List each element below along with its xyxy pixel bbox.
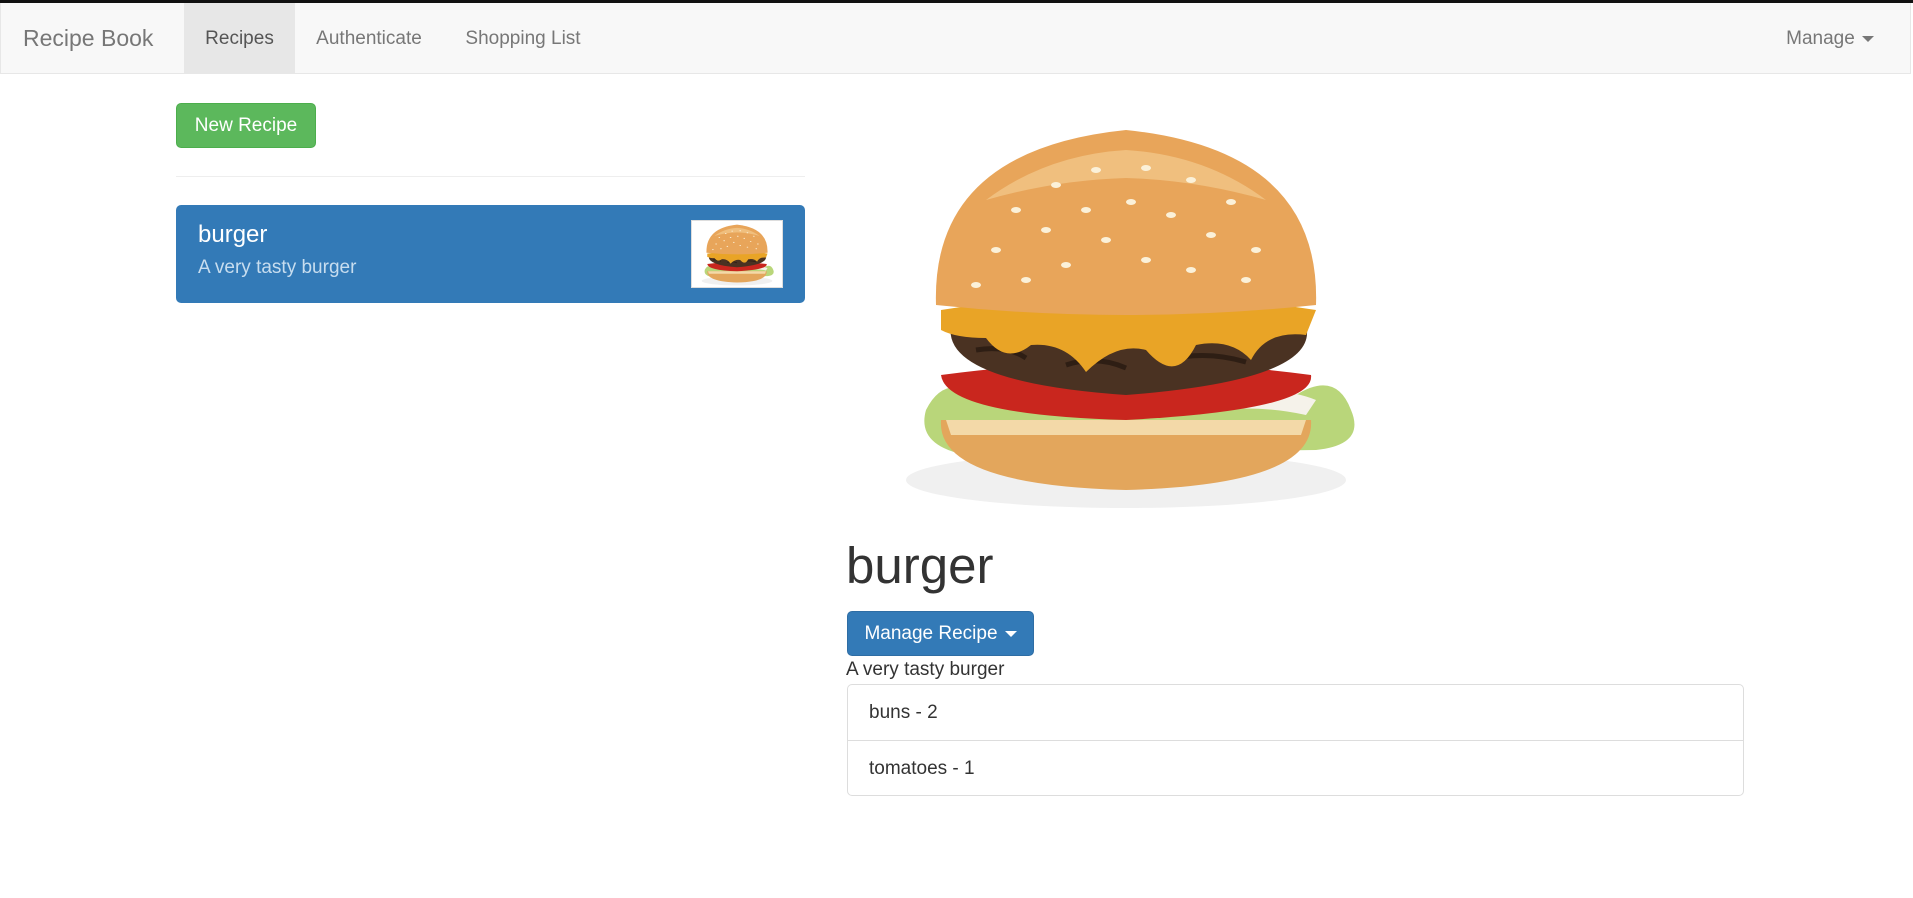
recipe-list-item[interactable]: burger A very tasty burger bbox=[176, 205, 805, 303]
recipe-thumbnail-image bbox=[691, 220, 783, 288]
ingredient-item[interactable]: tomatoes - 1 bbox=[848, 740, 1743, 795]
nav-item-authenticate[interactable]: Authenticate bbox=[295, 3, 443, 74]
recipe-detail-description: A very tasty burger bbox=[846, 659, 1005, 680]
manage-recipe-button[interactable]: Manage Recipe bbox=[847, 611, 1034, 656]
recipe-item-description: A very tasty burger bbox=[198, 257, 357, 278]
recipe-detail-image bbox=[846, 110, 1406, 515]
manage-recipe-label: Manage Recipe bbox=[864, 623, 998, 644]
ingredient-item[interactable]: buns - 2 bbox=[848, 685, 1743, 740]
navbar: Recipe Book Recipes Authenticate Shoppin… bbox=[0, 3, 1911, 74]
nav-item-shopping-list[interactable]: Shopping List bbox=[443, 3, 603, 74]
recipe-detail-title: burger bbox=[846, 537, 994, 594]
new-recipe-button[interactable]: New Recipe bbox=[176, 103, 316, 148]
caret-down-icon bbox=[1004, 630, 1017, 637]
recipe-item-name: burger bbox=[198, 221, 268, 248]
navbar-brand[interactable]: Recipe Book bbox=[23, 3, 153, 74]
nav-item-recipes[interactable]: Recipes bbox=[184, 3, 295, 74]
manage-dropdown-label: Manage bbox=[1786, 28, 1855, 49]
divider bbox=[176, 176, 805, 177]
ingredient-list: buns - 2 tomatoes - 1 bbox=[847, 684, 1744, 796]
caret-down-icon bbox=[1861, 35, 1874, 42]
manage-dropdown[interactable]: Manage bbox=[1771, 3, 1889, 74]
